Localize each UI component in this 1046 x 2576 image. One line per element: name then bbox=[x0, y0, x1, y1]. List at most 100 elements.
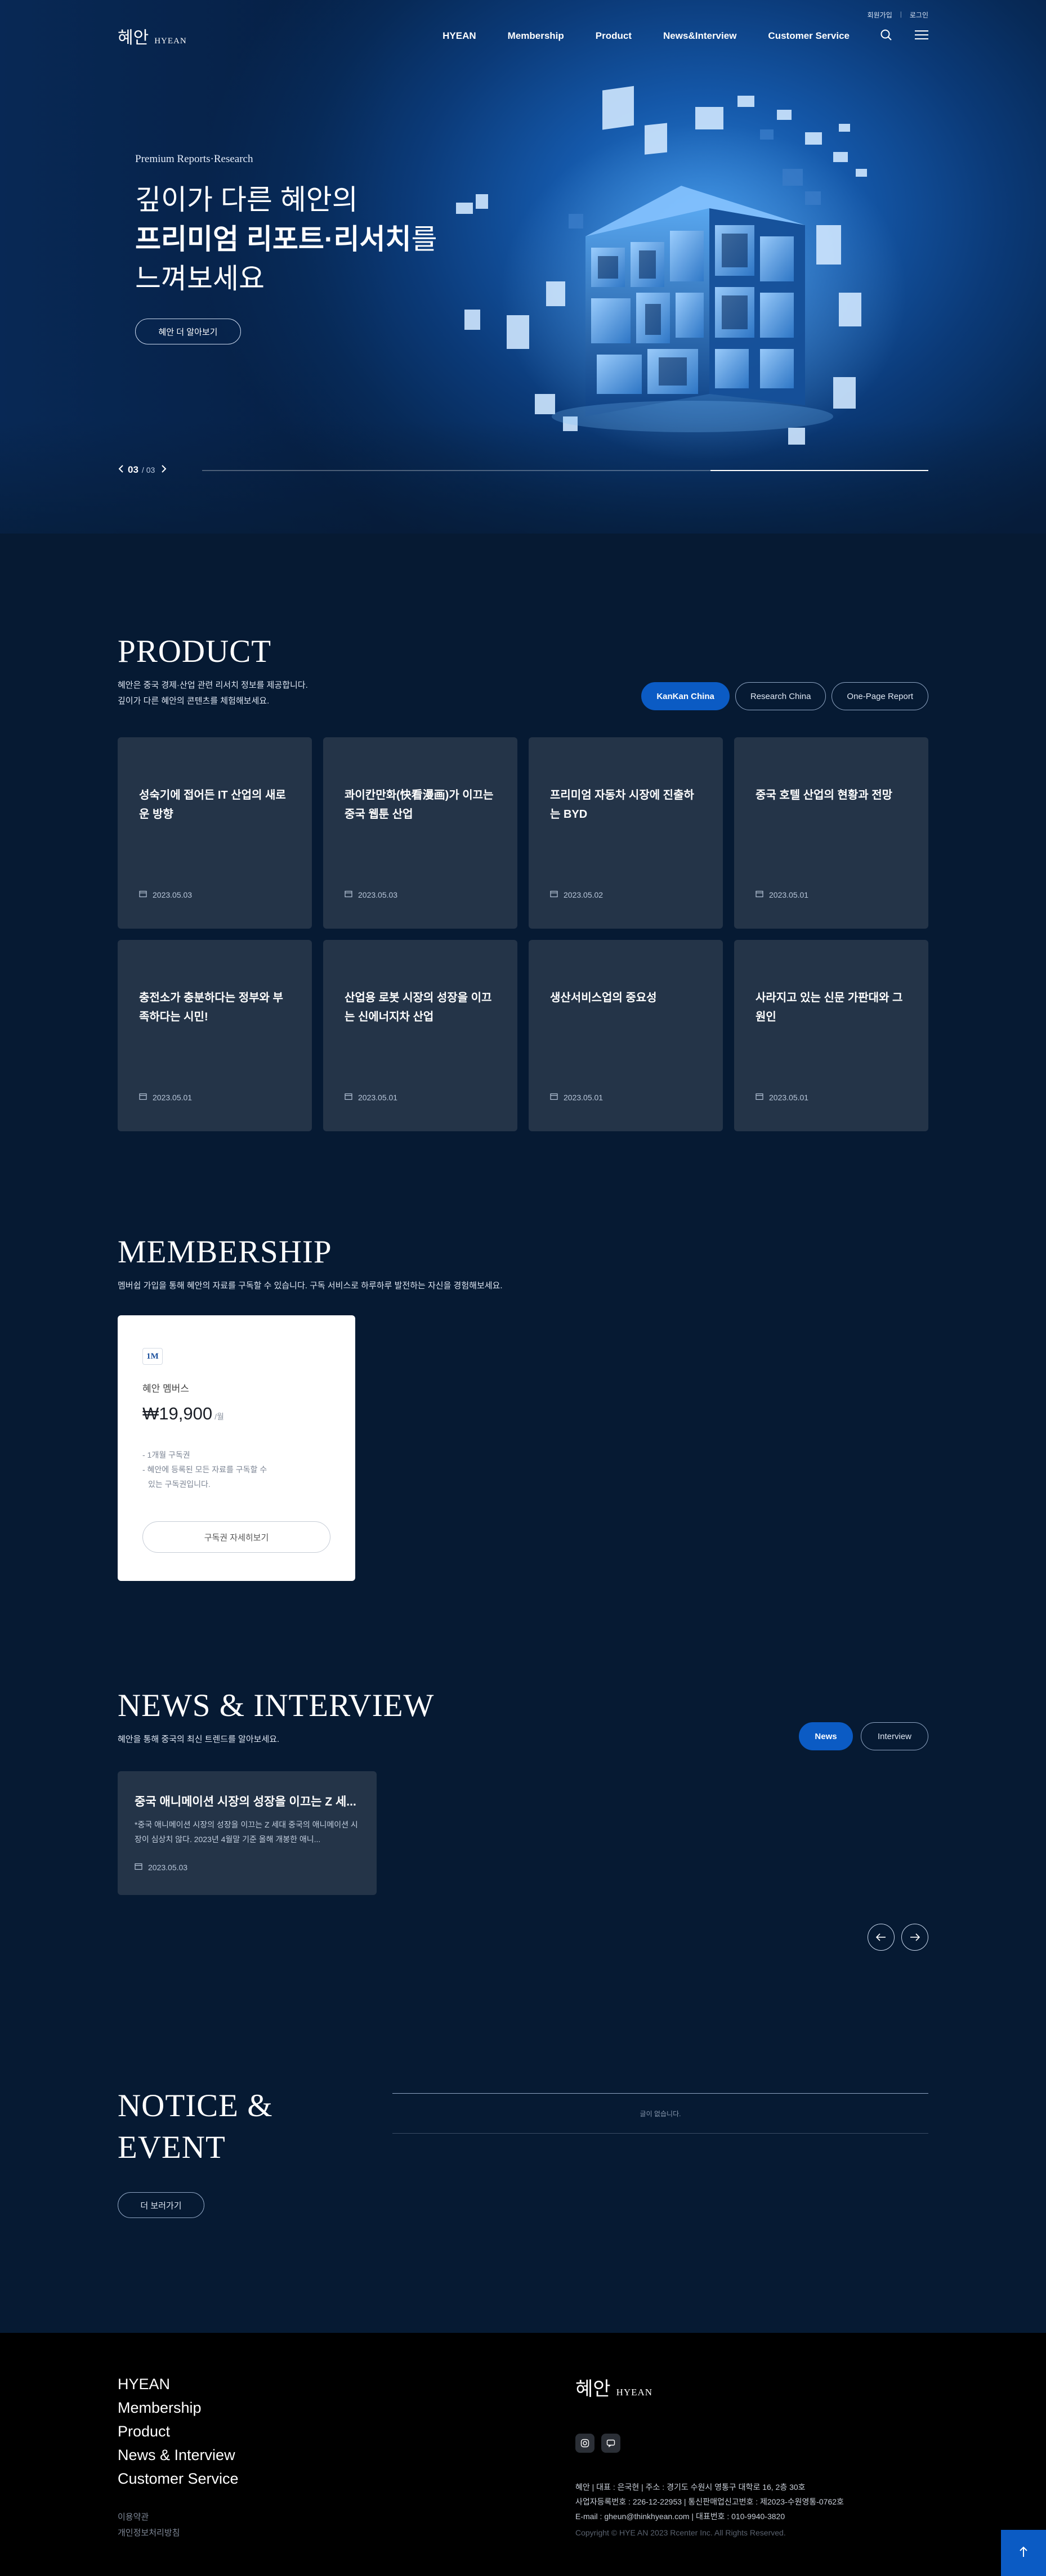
product-card-title: 콰이칸만화(快看漫画)가 이끄는 중국 웹툰 산업 bbox=[345, 789, 494, 821]
search-icon[interactable] bbox=[880, 29, 892, 44]
calendar-icon bbox=[550, 1092, 558, 1102]
news-card-date: 2023.05.03 bbox=[148, 1862, 188, 1872]
notice-empty: 글이 없습니다. bbox=[392, 2093, 928, 2134]
product-card-date: 2023.05.03 bbox=[358, 890, 398, 899]
membership-title: MEMBERSHIP bbox=[118, 1234, 332, 1270]
instagram-icon[interactable] bbox=[575, 2434, 594, 2453]
hamburger-icon[interactable] bbox=[915, 30, 928, 43]
product-card-title: 프리미엄 자동차 시장에 진출하는 BYD bbox=[550, 789, 694, 821]
product-card[interactable]: 성숙기에 접어든 IT 산업의 새로운 방향 2023.05.03 bbox=[118, 737, 312, 929]
product-card[interactable]: 산업용 로봇 시장의 성장을 이끄는 신에너지차 산업 2023.05.01 bbox=[323, 940, 517, 1131]
nav-item-membership[interactable]: Membership bbox=[508, 30, 564, 42]
product-card-date: 2023.05.03 bbox=[153, 890, 193, 899]
product-card-date-row: 2023.05.01 bbox=[756, 1092, 808, 1102]
product-card-date-row: 2023.05.01 bbox=[756, 890, 808, 899]
product-title: PRODUCT bbox=[118, 634, 272, 669]
terms-link[interactable]: 이용약관 bbox=[118, 2510, 180, 2525]
calendar-icon bbox=[139, 890, 147, 899]
hero-slider-controls: 03 / 03 bbox=[118, 462, 928, 478]
tab-interview[interactable]: Interview bbox=[861, 1722, 928, 1750]
footer-link-news-interview[interactable]: News & Interview bbox=[118, 2443, 239, 2467]
news-card-date-row: 2023.05.03 bbox=[135, 1862, 360, 1872]
plan-period: /월 bbox=[214, 1412, 224, 1421]
tab-news[interactable]: News bbox=[799, 1722, 853, 1750]
nav-item-product[interactable]: Product bbox=[596, 30, 632, 42]
product-card[interactable]: 콰이칸만화(快看漫画)가 이끄는 중국 웹툰 산업 2023.05.03 bbox=[323, 737, 517, 929]
arrow-right-icon[interactable] bbox=[901, 1924, 928, 1951]
calendar-icon bbox=[135, 1862, 142, 1872]
hero-title-line3: 느껴보세요 bbox=[135, 263, 265, 294]
footer-link-product[interactable]: Product bbox=[118, 2420, 239, 2443]
product-card-title: 사라지고 있는 신문 가판대와 그 원인 bbox=[756, 992, 903, 1023]
plan-feature: 있는 구독권입니다. bbox=[148, 1480, 211, 1489]
footer-logo: 혜안 HYEAN bbox=[575, 2373, 924, 2401]
company-line: 사업자등록번호 : 226-12-22953 | 통신판매업신고번호 : 제20… bbox=[575, 2497, 844, 2506]
slide-total: / 03 bbox=[141, 465, 155, 474]
tab-kankan-china[interactable]: KanKan China bbox=[641, 682, 730, 710]
product-card-date: 2023.05.01 bbox=[564, 1092, 604, 1102]
nav-item-customer-service[interactable]: Customer Service bbox=[768, 30, 850, 42]
nav-menu: HYEAN Membership Product News&Interview … bbox=[442, 30, 850, 42]
nav-icons bbox=[880, 29, 928, 44]
calendar-icon bbox=[345, 890, 352, 899]
product-card-title: 산업용 로봇 시장의 성장을 이끄는 신에너지차 산업 bbox=[345, 992, 492, 1023]
product-card[interactable]: 중국 호텔 산업의 현황과 전망 2023.05.01 bbox=[734, 737, 928, 929]
privacy-link[interactable]: 개인정보처리방침 bbox=[118, 2525, 180, 2541]
product-grid: 성숙기에 접어든 IT 산업의 새로운 방향 2023.05.03 콰이칸만화(快看… bbox=[118, 737, 928, 1131]
news-card-excerpt: *중국 애니메이션 시장의 성장을 이끄는 Z 세대 중국의 애니메이션 시장이… bbox=[135, 1820, 358, 1844]
copyright: Copyright © HYE AN 2023 Rcenter Inc. All… bbox=[575, 2528, 786, 2537]
scroll-top-button[interactable] bbox=[1001, 2530, 1046, 2576]
notice-more-button[interactable]: 더 보러가기 bbox=[118, 2192, 204, 2218]
product-card[interactable]: 프리미엄 자동차 시장에 진출하는 BYD 2023.05.02 bbox=[529, 737, 723, 929]
hero-eyebrow: Premium Reports·Research bbox=[135, 153, 253, 165]
product-card-date-row: 2023.05.03 bbox=[139, 890, 192, 899]
product-tabs: KanKan China Research China One-Page Rep… bbox=[641, 682, 928, 710]
news-carousel-arrows bbox=[868, 1924, 928, 1951]
hero-section: 회원가입 | 로그인 혜안 HYEAN HYEAN Membership Pro… bbox=[0, 0, 1046, 534]
calendar-icon bbox=[345, 1092, 352, 1102]
plan-name: 혜안 멤버스 bbox=[142, 1383, 189, 1394]
plan-badge: 1M bbox=[142, 1348, 163, 1365]
plan-price-row: ₩19,900/월 bbox=[142, 1404, 330, 1424]
plan-detail-button[interactable]: 구독권 자세히보기 bbox=[142, 1521, 330, 1553]
logo[interactable]: 혜안 HYEAN bbox=[118, 24, 187, 48]
hero-more-button[interactable]: 혜안 더 알아보기 bbox=[135, 319, 241, 344]
footer-link-membership[interactable]: Membership bbox=[118, 2396, 239, 2420]
footer-link-hyean[interactable]: HYEAN bbox=[118, 2372, 239, 2396]
product-card-date-row: 2023.05.03 bbox=[345, 890, 397, 899]
slider-next-icon[interactable] bbox=[160, 464, 167, 476]
utility-links: 회원가입 | 로그인 bbox=[868, 10, 928, 20]
product-card[interactable]: 충전소가 충분하다는 정부와 부족하다는 시민! 2023.05.01 bbox=[118, 940, 312, 1131]
login-link[interactable]: 로그인 bbox=[910, 10, 928, 20]
signup-link[interactable]: 회원가입 bbox=[868, 10, 892, 20]
company-details: 혜안 | 대표 : 은국현 | 주소 : 경기도 수원시 영통구 대학로 16,… bbox=[575, 2480, 924, 2524]
news-card[interactable]: 중국 애니메이션 시장의 성장을 이끄는 Z 세... *중국 애니메이션 시장… bbox=[118, 1771, 377, 1895]
slider-progress-track bbox=[202, 470, 928, 471]
calendar-icon bbox=[756, 890, 763, 899]
product-card-date-row: 2023.05.01 bbox=[139, 1092, 192, 1102]
hero-title: 깊이가 다른 혜안의 프리미엄 리포트·리서치를 느껴보세요 bbox=[135, 180, 437, 298]
product-card-date: 2023.05.01 bbox=[769, 1092, 809, 1102]
plan-feature: - 1개월 구독권 bbox=[142, 1450, 190, 1459]
arrow-left-icon[interactable] bbox=[868, 1924, 895, 1951]
plan-price: ₩19,900 bbox=[142, 1404, 213, 1423]
calendar-icon bbox=[550, 890, 558, 899]
nav-item-hyean[interactable]: HYEAN bbox=[442, 30, 476, 42]
logo-korean: 혜안 bbox=[118, 28, 149, 48]
slide-current: 03 bbox=[128, 464, 138, 475]
footer-menu: HYEAN Membership Product News & Intervie… bbox=[118, 2372, 239, 2490]
page: 회원가입 | 로그인 혜안 HYEAN HYEAN Membership Pro… bbox=[0, 0, 1046, 2576]
slider-progress-fill bbox=[710, 470, 928, 471]
slider-prev-icon[interactable] bbox=[118, 464, 124, 476]
nav-item-news-interview[interactable]: News&Interview bbox=[663, 30, 736, 42]
tab-research-china[interactable]: Research China bbox=[735, 682, 826, 710]
product-card[interactable]: 사라지고 있는 신문 가판대와 그 원인 2023.05.01 bbox=[734, 940, 928, 1131]
topbar-separator: | bbox=[900, 10, 902, 18]
product-section: PRODUCT 혜안은 중국 경제·산업 관련 리서치 정보를 제공합니다. 깊… bbox=[118, 633, 928, 1131]
chat-icon[interactable] bbox=[601, 2434, 620, 2453]
company-line: 혜안 | 대표 : 은국현 | 주소 : 경기도 수원시 영통구 대학로 16,… bbox=[575, 2483, 806, 2492]
footer-link-customer-service[interactable]: Customer Service bbox=[118, 2467, 239, 2490]
product-card[interactable]: 생산서비스업의 중요성 2023.05.01 bbox=[529, 940, 723, 1131]
tab-one-page-report[interactable]: One-Page Report bbox=[832, 682, 928, 710]
hero-title-line2: 프리미엄 리포트·리서치를 bbox=[135, 219, 437, 259]
